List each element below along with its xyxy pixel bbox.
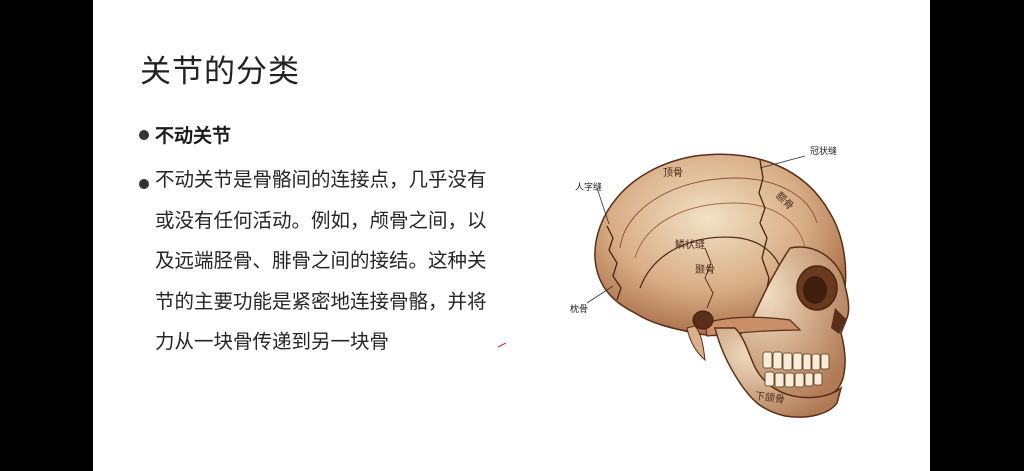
slide-title: 关节的分类 [140, 54, 300, 90]
slide: 关节的分类 不动关节 不动关节是骨骼间的连接点，几乎没有或没有任何活动。例如，颅… [93, 0, 930, 471]
ear-canal [692, 310, 714, 330]
label-parietal: 顶骨 [663, 167, 683, 179]
pen-mark [498, 343, 506, 348]
label-lambdoid-suture: 人字缝 [575, 181, 602, 193]
bullet-dot [139, 179, 149, 189]
label-squamous-suture: 鳞状缝 [675, 238, 705, 251]
bullet-item-heading: 不动关节 [139, 121, 231, 148]
label-occipital: 枕骨 [570, 303, 588, 315]
label-coronal-suture: 冠状缝 [810, 145, 837, 157]
bullet-dot [139, 130, 149, 140]
bullet-text: 不动关节 [155, 125, 232, 147]
bullet-text: 不动关节是骨骼间的连接点，几乎没有或没有任何活动。例如，颅骨之间，以及远端胫骨、… [155, 168, 487, 353]
bullet-item-description: 不动关节是骨骼间的连接点，几乎没有或没有任何活动。例如，颅骨之间，以及远端胫骨、… [139, 168, 495, 363]
skull-illustration: 冠状缝 人字缝 顶骨 额骨 鳞状缝 颞骨 枕骨 下颌骨 [570, 145, 850, 418]
label-temporal: 颞骨 [695, 264, 715, 276]
